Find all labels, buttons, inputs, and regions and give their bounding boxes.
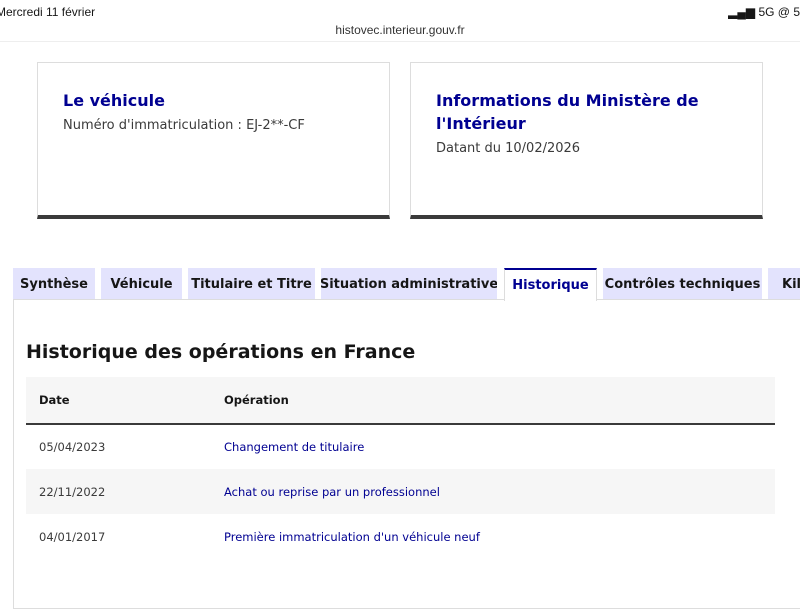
- col-date: Date: [26, 377, 211, 425]
- table-row: 05/04/2023 Changement de titulaire: [26, 424, 775, 469]
- status-bar: Mercredi 11 février ▂▄▆ 5G @ 5 histovec.…: [0, 0, 800, 42]
- card-text: Datant du 10/02/2026: [436, 141, 581, 156]
- table-row: 22/11/2022 Achat ou reprise par un profes…: [26, 469, 775, 514]
- row-date: 22/11/2022: [26, 469, 211, 514]
- url-bar[interactable]: histovec.interieur.gouv.fr: [0, 23, 800, 37]
- card-title: Informations du Ministère de l'Intérieur: [436, 91, 699, 133]
- tab-bar: Synthèse Véhicule Titulaire et Titre Sit…: [0, 268, 800, 301]
- ministry-card: Informations du Ministère de l'Intérieur…: [410, 62, 763, 219]
- history-panel: Historique des opérations en France Date…: [13, 299, 800, 609]
- vehicle-card: Le véhicule Numéro d'immatriculation : E…: [37, 62, 390, 219]
- col-operation: Opération: [211, 377, 775, 425]
- network-label: 5G: [758, 5, 775, 19]
- status-extra: @ 5: [777, 5, 800, 19]
- status-date: Mercredi 11 février: [0, 5, 96, 19]
- row-operation: Changement de titulaire: [224, 440, 365, 454]
- tab-kilometrage[interactable]: Kilométrage: [768, 268, 800, 300]
- row-operation: Achat ou reprise par un professionnel: [211, 469, 775, 514]
- status-indicators: ▂▄▆ 5G @ 5: [728, 5, 800, 19]
- card-text: Numéro d'immatriculation : EJ-2**-CF: [63, 118, 305, 133]
- tab-synthese[interactable]: Synthèse: [13, 268, 95, 300]
- table-row: 04/01/2017 Première immatriculation d'un …: [26, 514, 775, 559]
- tab-historique[interactable]: Historique: [504, 268, 597, 301]
- tab-controles[interactable]: Contrôles techniques: [603, 268, 762, 300]
- tab-titulaire[interactable]: Titulaire et Titre: [188, 268, 315, 300]
- row-date: 05/04/2023: [39, 440, 106, 454]
- tab-vehicule[interactable]: Véhicule: [101, 268, 182, 300]
- history-table: Date Opération 05/04/2023 Changement de ti…: [26, 377, 775, 559]
- card-title: Le véhicule: [63, 91, 165, 110]
- row-operation: Première immatriculation d'un véhicule n…: [224, 529, 480, 544]
- signal-icon: ▂▄▆: [728, 5, 756, 19]
- section-title: Historique des opérations en France: [26, 341, 416, 363]
- tab-situation[interactable]: Situation administrative: [321, 268, 497, 300]
- row-date: 04/01/2017: [39, 529, 106, 544]
